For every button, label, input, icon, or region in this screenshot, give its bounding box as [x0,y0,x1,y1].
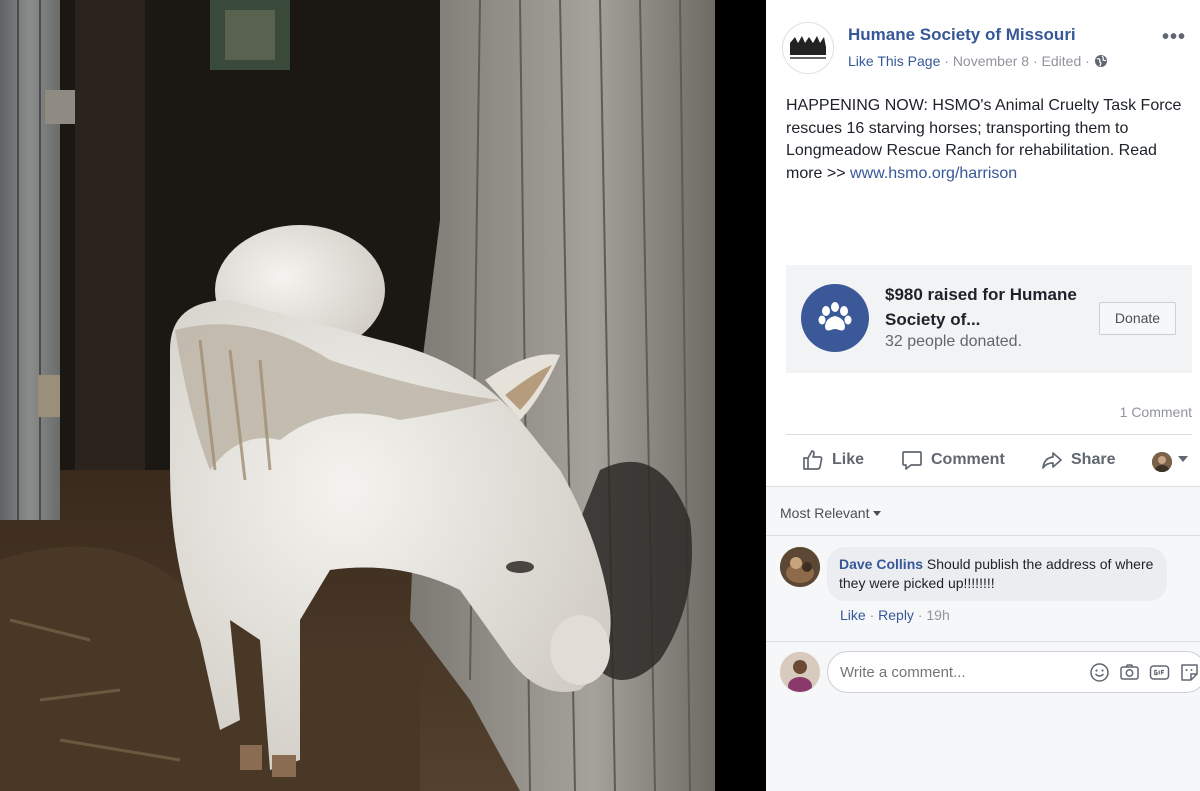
gif-icon[interactable] [1149,662,1170,683]
like-page-link[interactable]: Like This Page [848,53,940,69]
post-side-panel: Humane Society of Missouri Like This Pag… [766,0,1200,791]
divider [766,641,1200,642]
divider [786,434,1192,435]
commenter-avatar[interactable] [780,547,820,587]
action-separator: · [913,607,927,623]
like-label: Like [832,451,865,468]
composer-tools [1089,662,1200,683]
current-user-avatar [780,652,820,692]
react-as-avatar[interactable] [1152,452,1172,472]
action-separator: · [865,607,879,623]
comment-button[interactable]: Comment [900,440,1005,480]
comments-section: Most Relevant Dave Collins Should publis… [766,486,1200,791]
commenter-avatar-image [780,547,820,587]
like-button[interactable]: Like [801,440,864,480]
comment-bubble: Dave Collins Should publish the address … [827,547,1167,601]
post-date[interactable]: November 8 [953,53,1029,69]
share-arrow-icon [1042,452,1062,469]
emoji-icon[interactable] [1089,662,1110,683]
meta-separator: · [1085,53,1090,69]
meta-separator: · [944,53,949,69]
post-photo[interactable] [0,0,766,791]
comment-reply-link[interactable]: Reply [878,607,914,623]
comment-like-link[interactable]: Like [840,607,866,623]
comment-time[interactable]: 19h [926,607,949,623]
page-name-link[interactable]: Humane Society of Missouri [848,25,1076,45]
caret-down-icon [873,511,882,516]
post-text: HAPPENING NOW: HSMO's Animal Cruelty Tas… [786,95,1196,185]
comment-composer [780,651,1200,695]
more-options-icon[interactable]: ••• [1162,26,1186,49]
post-header: Humane Society of Missouri Like This Pag… [782,20,1192,76]
fundraiser-title: $980 raised for Humane Society of... [885,285,1077,329]
share-label: Share [1071,451,1116,468]
post-link[interactable]: www.hsmo.org/harrison [850,165,1017,182]
speech-bubble-icon [902,451,922,470]
current-user-avatar-image [780,652,820,692]
post-actions: Like Comment Share [786,440,1196,480]
thumbs-up-icon [803,450,823,470]
donate-button[interactable]: Donate [1099,302,1176,335]
hsmo-logo-icon [783,23,833,73]
meta-separator: · [1032,53,1038,69]
chevron-down-icon[interactable] [1178,456,1188,462]
sort-label: Most Relevant [780,505,870,521]
share-button[interactable]: Share [1040,440,1115,480]
comment-sort-dropdown[interactable]: Most Relevant [780,505,882,521]
divider [766,535,1200,536]
comment-count-link[interactable]: 1 Comment [1120,404,1192,420]
comment-author-link[interactable]: Dave Collins [839,556,923,572]
paw-badge [801,284,869,352]
page-avatar[interactable] [782,22,834,74]
user-avatar-icon [1152,452,1172,472]
camera-icon[interactable] [1119,662,1140,683]
horse-photo-illustration [0,0,766,791]
post-meta: Like This Page · November 8 · Edited · [848,53,1108,69]
edited-label[interactable]: Edited [1042,53,1082,69]
sticker-icon[interactable] [1179,662,1200,683]
comment-actions: Like · Reply · 19h [840,607,950,623]
globe-icon[interactable] [1094,54,1108,68]
fundraiser-subtitle: 32 people donated. [885,333,1023,350]
paw-icon [818,302,852,331]
fundraiser-card[interactable]: $980 raised for Humane Society of... 32 … [786,265,1192,373]
comment-label: Comment [931,451,1005,468]
